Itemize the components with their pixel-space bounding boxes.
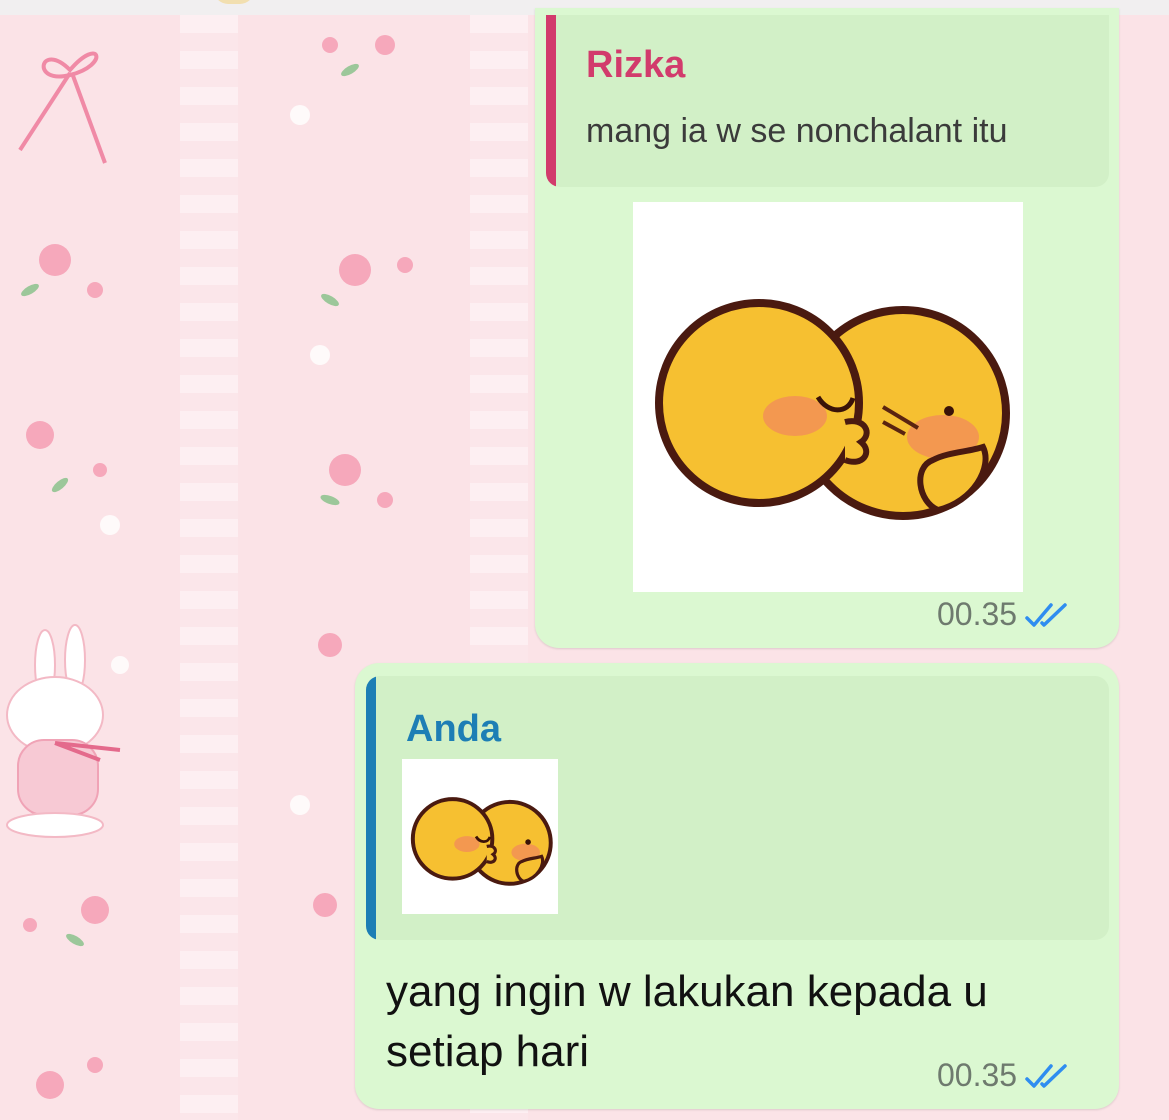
kissing-duck-sticker xyxy=(655,299,1010,520)
double-check-read-icon xyxy=(1025,1063,1067,1088)
message-meta: 00.35 xyxy=(937,596,1071,633)
sticker-image[interactable] xyxy=(633,202,1023,592)
reply-quote[interactable] xyxy=(546,15,1109,187)
top-avatar-edge xyxy=(214,0,254,4)
quote-sticker-thumbnail xyxy=(402,759,558,914)
quote-sender-name: Rizka xyxy=(586,44,686,86)
message-meta: 00.35 xyxy=(937,1057,1071,1094)
double-check-read-icon xyxy=(1025,602,1067,627)
message-time: 00.35 xyxy=(937,596,1018,632)
quote-accent-bar xyxy=(366,676,376,940)
quote-sender-name: Anda xyxy=(406,708,501,750)
kissing-duck-sticker-thumbnail xyxy=(410,797,553,886)
quote-accent-bar xyxy=(546,15,556,187)
message-time: 00.35 xyxy=(937,1057,1018,1093)
quote-text: mang ia w se nonchalant itu xyxy=(586,112,1008,150)
